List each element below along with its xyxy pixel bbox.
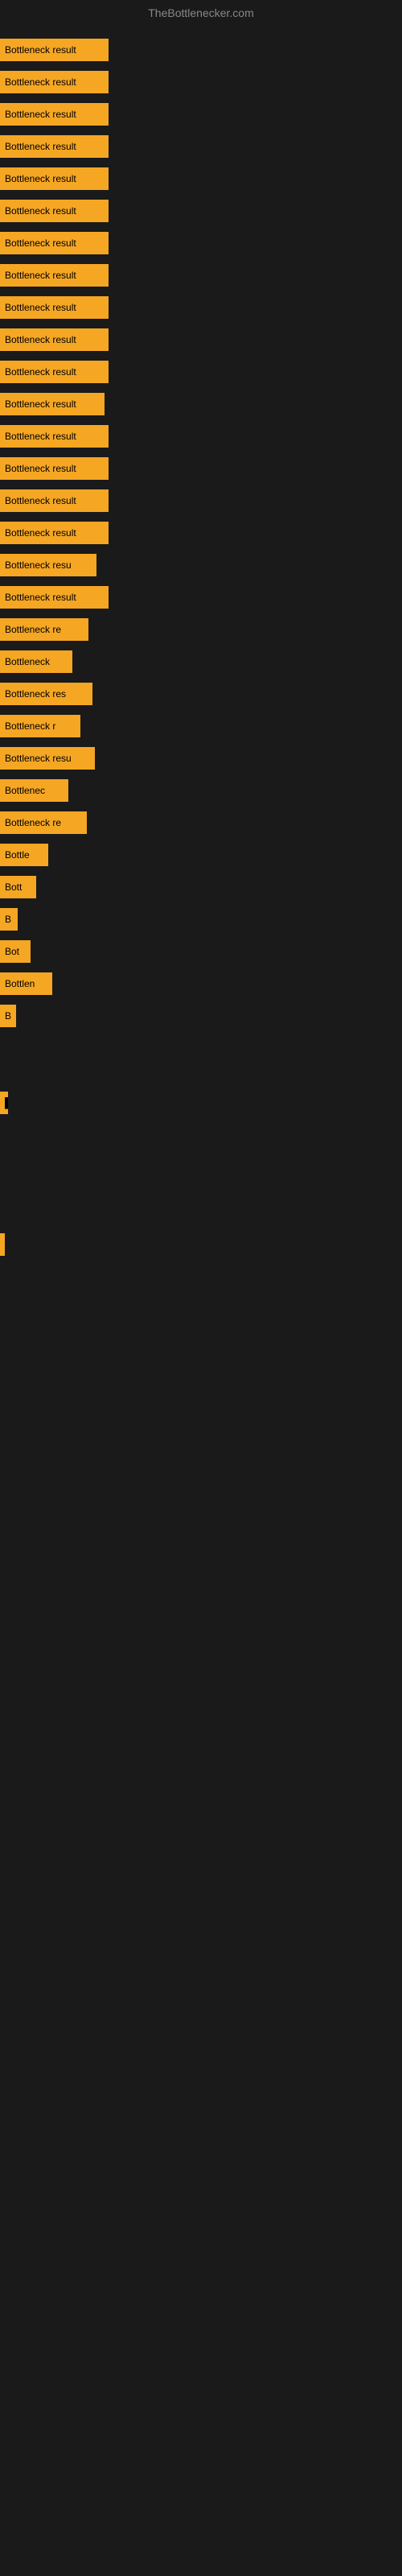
bar-row: Bottleneck result xyxy=(0,356,402,388)
bottleneck-bar[interactable]: Bottleneck result xyxy=(0,489,109,512)
bar-row: Bottleneck resu xyxy=(0,549,402,581)
bar-row: Bottleneck result xyxy=(0,34,402,66)
bar-row xyxy=(0,1032,402,1059)
bar-row: Bottleneck result xyxy=(0,259,402,291)
bottleneck-bar[interactable]: ▌ xyxy=(0,1092,8,1114)
bottleneck-bar[interactable] xyxy=(0,1233,5,1256)
bars-container: Bottleneck result Bottleneck result Bottle… xyxy=(0,26,402,1269)
bar-row: Bottleneck result xyxy=(0,452,402,485)
bar-row: Bottleneck result xyxy=(0,195,402,227)
bottleneck-bar[interactable]: Bottleneck re xyxy=(0,811,87,834)
bar-row: Bottleneck result xyxy=(0,581,402,613)
bar-row: Bott xyxy=(0,871,402,903)
bar-row xyxy=(0,1228,402,1261)
bar-row: Bottleneck r xyxy=(0,710,402,742)
bottleneck-bar[interactable]: Bottleneck result xyxy=(0,39,109,61)
bottleneck-bar[interactable]: Bottlenec xyxy=(0,779,68,802)
bottleneck-bar[interactable]: Bottleneck result xyxy=(0,200,109,222)
bottleneck-bar[interactable]: Bottleneck resu xyxy=(0,747,95,770)
bar-row: Bottleneck result xyxy=(0,66,402,98)
bar-row: Bottleneck result xyxy=(0,163,402,195)
bottleneck-bar[interactable]: Bottle xyxy=(0,844,48,866)
bar-row xyxy=(0,1201,402,1228)
bar-row: Bottleneck xyxy=(0,646,402,678)
bottleneck-bar[interactable]: B xyxy=(0,1005,16,1027)
bottleneck-bar[interactable]: Bot xyxy=(0,940,31,963)
bar-row: Bottleneck result xyxy=(0,324,402,356)
bar-row xyxy=(0,1174,402,1201)
bar-row: Bottleneck result xyxy=(0,420,402,452)
bottleneck-bar[interactable]: Bottleneck result xyxy=(0,522,109,544)
bottleneck-bar[interactable]: Bott xyxy=(0,876,36,898)
bar-row: Bottleneck result xyxy=(0,388,402,420)
bar-row: Bottlenec xyxy=(0,774,402,807)
bar-row: Bot xyxy=(0,935,402,968)
site-title: TheBottlenecker.com xyxy=(0,0,402,26)
bar-row xyxy=(0,1146,402,1174)
bar-row: Bottleneck re xyxy=(0,613,402,646)
bottleneck-bar[interactable]: Bottleneck result xyxy=(0,232,109,254)
bar-row: Bottleneck result xyxy=(0,130,402,163)
bar-row: Bottleneck re xyxy=(0,807,402,839)
bar-row: B xyxy=(0,903,402,935)
bottleneck-bar[interactable]: Bottleneck res xyxy=(0,683,92,705)
bottleneck-bar[interactable]: Bottleneck result xyxy=(0,264,109,287)
bottleneck-bar[interactable]: Bottleneck result xyxy=(0,296,109,319)
bottleneck-bar[interactable]: Bottleneck result xyxy=(0,71,109,93)
bottleneck-bar[interactable]: Bottleneck result xyxy=(0,457,109,480)
bottleneck-bar[interactable]: Bottleneck result xyxy=(0,586,109,609)
bar-row xyxy=(0,1119,402,1146)
bar-row: Bottleneck result xyxy=(0,485,402,517)
bottleneck-bar[interactable]: Bottleneck result xyxy=(0,328,109,351)
bar-row xyxy=(0,1059,402,1087)
bottleneck-bar[interactable]: Bottleneck result xyxy=(0,103,109,126)
bar-row: Bottleneck result xyxy=(0,98,402,130)
bar-row: ▌ xyxy=(0,1087,402,1119)
bottleneck-bar[interactable]: Bottleneck result xyxy=(0,361,109,383)
bar-row: Bottleneck result xyxy=(0,517,402,549)
bottleneck-bar[interactable]: Bottleneck r xyxy=(0,715,80,737)
bar-row: Bottlen xyxy=(0,968,402,1000)
bar-row: Bottleneck result xyxy=(0,291,402,324)
bottleneck-bar[interactable]: Bottleneck xyxy=(0,650,72,673)
bar-row: Bottleneck res xyxy=(0,678,402,710)
bar-row: Bottleneck result xyxy=(0,227,402,259)
bottleneck-bar[interactable]: B xyxy=(0,908,18,931)
bar-row: B xyxy=(0,1000,402,1032)
bottleneck-bar[interactable]: Bottleneck result xyxy=(0,167,109,190)
bottleneck-bar[interactable]: Bottlen xyxy=(0,972,52,995)
bottleneck-bar[interactable]: Bottleneck result xyxy=(0,393,105,415)
bar-row: Bottle xyxy=(0,839,402,871)
bottleneck-bar[interactable]: Bottleneck result xyxy=(0,425,109,448)
bottleneck-bar[interactable]: Bottleneck result xyxy=(0,135,109,158)
bottleneck-bar[interactable]: Bottleneck resu xyxy=(0,554,96,576)
bar-row: Bottleneck resu xyxy=(0,742,402,774)
bottleneck-bar[interactable]: Bottleneck re xyxy=(0,618,88,641)
